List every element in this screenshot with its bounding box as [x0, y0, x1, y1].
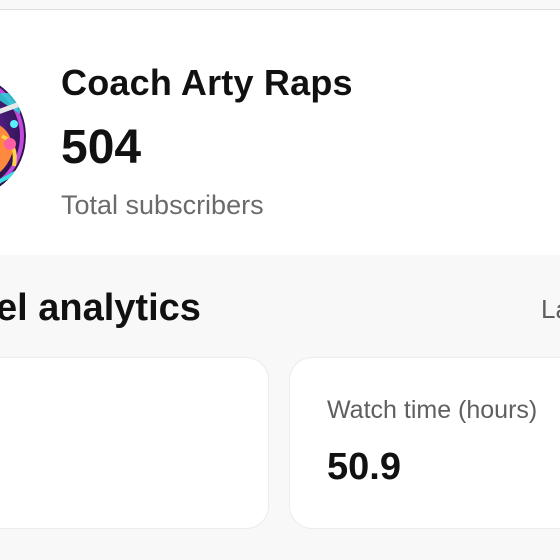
watch-time-value: 50.9	[327, 446, 401, 488]
analytics-period-link[interactable]: La	[541, 294, 560, 325]
watch-time-label: Watch time (hours)	[327, 396, 538, 424]
analytics-section-title: el analytics	[0, 287, 201, 329]
subscriber-count: 504	[61, 121, 142, 174]
metric-card-left[interactable]	[0, 358, 268, 528]
app-screen: Coach Arty Raps 504 Total subscribers el…	[0, 0, 560, 560]
channel-name: Coach Arty Raps	[61, 62, 353, 103]
metric-card-watch-time[interactable]: Watch time (hours) 50.9	[290, 358, 560, 528]
subscriber-label: Total subscribers	[61, 190, 264, 220]
